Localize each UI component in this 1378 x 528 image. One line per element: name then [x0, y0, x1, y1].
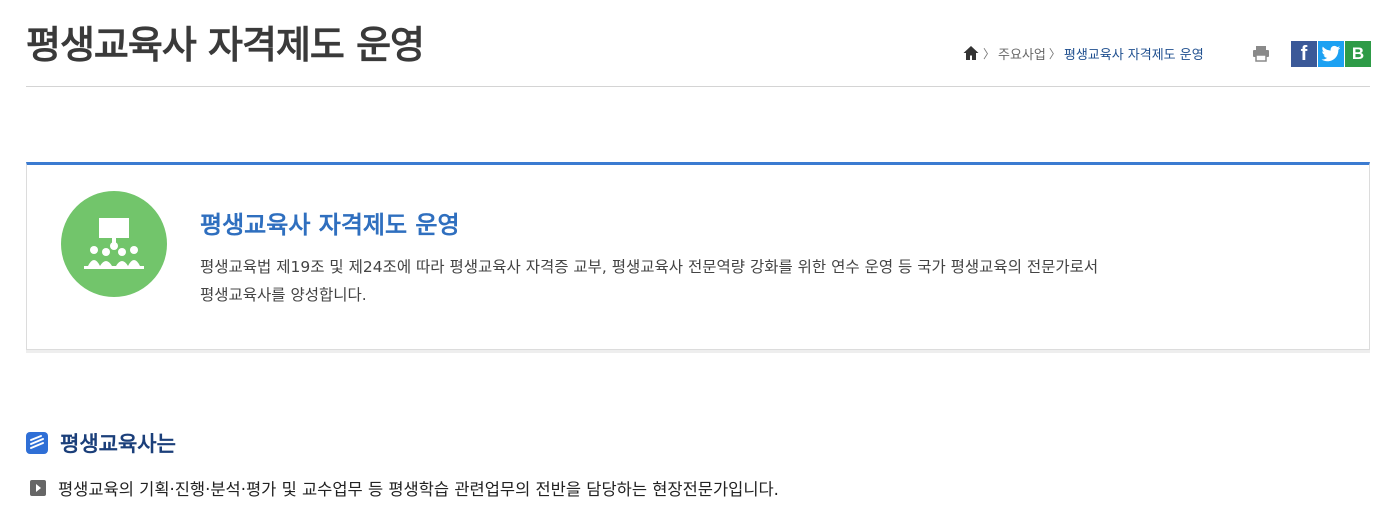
- intro-title: 평생교육사 자격제도 운영: [200, 211, 460, 239]
- list-item: 평생교육의 기획·진행·분석·평가 및 교수업무 등 평생학습 관련업무의 전반…: [30, 476, 779, 500]
- breadcrumb: 〉 주요사업 〉 평생교육사 자격제도 운영: [962, 42, 1204, 64]
- section-icon: [26, 432, 48, 454]
- page-title: 평생교육사 자격제도 운영: [26, 23, 425, 67]
- header-divider: [26, 86, 1370, 87]
- breadcrumb-item-main-business[interactable]: 주요사업: [998, 44, 1046, 63]
- home-icon[interactable]: [962, 44, 980, 62]
- sns-share-group: f B: [1291, 41, 1371, 67]
- breadcrumb-separator: 〉: [1048, 46, 1061, 61]
- breadcrumb-item-current: 평생교육사 자격제도 운영: [1063, 47, 1204, 63]
- intro-description-line: 평생교육사를 양성합니다.: [200, 286, 367, 304]
- facebook-share-button[interactable]: f: [1291, 41, 1317, 67]
- blog-share-button[interactable]: B: [1345, 41, 1371, 67]
- intro-description: 평생교육법 제19조 및 제24조에 따라 평생교육사 자격증 교부, 평생교육…: [200, 253, 1300, 309]
- intro-description-line: 평생교육법 제19조 및 제24조에 따라 평생교육사 자격증 교부, 평생교육…: [200, 258, 1099, 276]
- twitter-share-button[interactable]: [1318, 41, 1344, 67]
- list-item-text: 평생교육의 기획·진행·분석·평가 및 교수업무 등 평생학습 관련업무의 전반…: [58, 480, 779, 499]
- section-title: 평생교육사는: [26, 428, 176, 458]
- section-title-text: 평생교육사는: [60, 432, 176, 456]
- breadcrumb-separator: 〉: [983, 46, 996, 61]
- print-icon[interactable]: [1251, 43, 1271, 63]
- play-bullet-icon: [30, 480, 46, 496]
- intro-box: 평생교육사 자격제도 운영 평생교육법 제19조 및 제24조에 따라 평생교육…: [26, 162, 1370, 350]
- lecture-icon: [61, 191, 167, 297]
